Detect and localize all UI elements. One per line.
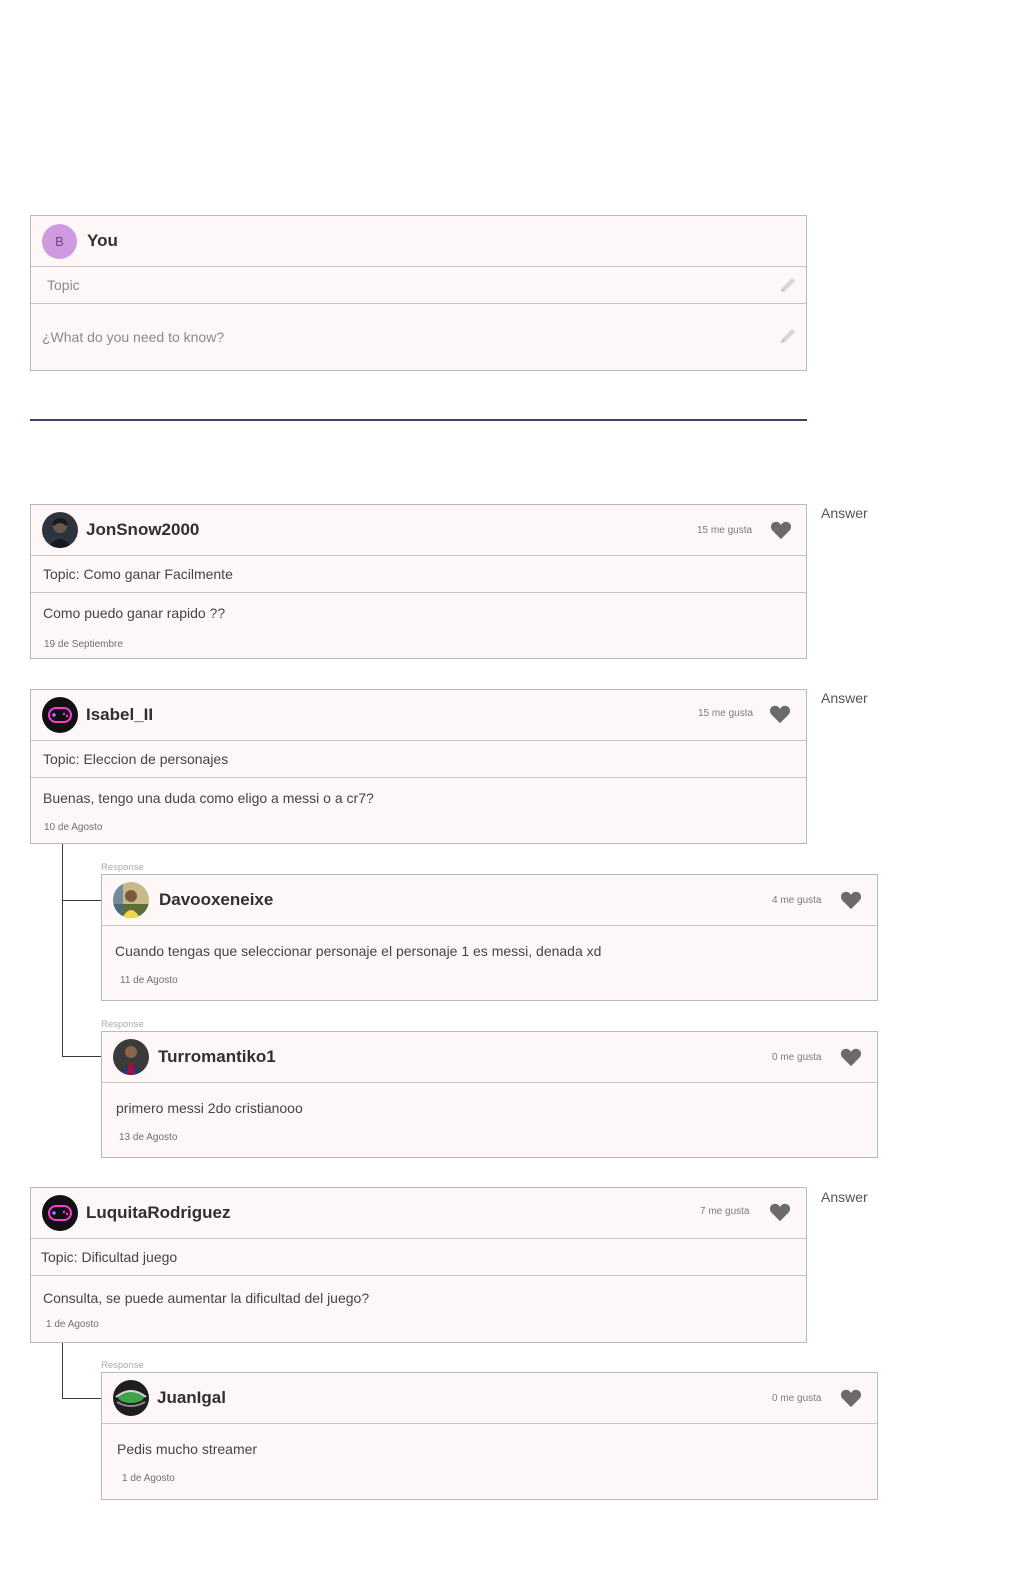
response-header: Davooxeneixe 4 me gusta bbox=[102, 875, 877, 926]
response-body: Cuando tengas que seleccionar personaje … bbox=[102, 926, 877, 1001]
user-avatar: B bbox=[42, 223, 77, 259]
response-text: Pedis mucho streamer bbox=[117, 1441, 258, 1457]
response-user-name[interactable]: Turromantiko1 bbox=[158, 1047, 276, 1067]
response-card: JuanIgal 0 me gusta Pedis mucho streamer… bbox=[101, 1372, 878, 1500]
edit-pencil-icon[interactable] bbox=[778, 326, 798, 346]
question-placeholder: ¿What do you need to know? bbox=[42, 329, 225, 345]
likes-count: 15 me gusta bbox=[698, 708, 754, 719]
question-text: Como puedo ganar rapido ?? bbox=[43, 605, 226, 621]
response-body: primero messi 2do cristianooo 13 de Agos… bbox=[102, 1083, 877, 1158]
question-body: Buenas, tengo una duda como eligo a mess… bbox=[31, 778, 806, 844]
reply-connector bbox=[62, 1056, 102, 1057]
question-topic: Topic: Eleccion de personajes bbox=[43, 751, 229, 767]
response-date: 1 de Agosto bbox=[122, 1473, 175, 1484]
question-user-name[interactable]: JonSnow2000 bbox=[86, 520, 199, 540]
response-date: 13 de Agosto bbox=[119, 1132, 178, 1143]
question-topic: Topic: Dificultad juego bbox=[41, 1249, 178, 1265]
stadium-avatar[interactable] bbox=[113, 1380, 149, 1416]
question-text: Consulta, se puede aumentar la dificulta… bbox=[43, 1290, 370, 1306]
response-label: Response bbox=[101, 862, 144, 873]
answer-link[interactable]: Answer bbox=[821, 1189, 868, 1205]
question-text: Buenas, tengo una duda como eligo a mess… bbox=[43, 790, 374, 806]
question-card: Isabel_II 15 me gusta Topic: Eleccion de… bbox=[30, 689, 807, 844]
like-heart-icon[interactable] bbox=[769, 704, 791, 726]
likes-count: 7 me gusta bbox=[700, 1206, 750, 1217]
question-date: 19 de Septiembre bbox=[44, 639, 123, 650]
question-date: 10 de Agosto bbox=[44, 822, 103, 833]
reply-connector bbox=[62, 1398, 102, 1399]
question-body: Consulta, se puede aumentar la dificulta… bbox=[31, 1276, 806, 1342]
like-heart-icon[interactable] bbox=[769, 1202, 791, 1224]
response-body: Pedis mucho streamer 1 de Agosto bbox=[102, 1424, 877, 1500]
question-user-name[interactable]: Isabel_II bbox=[86, 705, 153, 725]
response-header: JuanIgal 0 me gusta bbox=[102, 1373, 877, 1424]
response-user-name[interactable]: Davooxeneixe bbox=[159, 890, 273, 910]
question-card: JonSnow2000 15 me gusta Topic: Como gana… bbox=[30, 504, 807, 659]
question-header: JonSnow2000 15 me gusta bbox=[31, 505, 806, 556]
question-topic: Topic: Como ganar Facilmente bbox=[43, 566, 233, 582]
response-text: Cuando tengas que seleccionar personaje … bbox=[115, 943, 602, 959]
response-card: Turromantiko1 0 me gusta primero messi 2… bbox=[101, 1031, 878, 1158]
question-field[interactable]: ¿What do you need to know? bbox=[31, 304, 806, 370]
question-topic-row: Topic: Eleccion de personajes bbox=[31, 741, 806, 778]
question-body: Como puedo ganar rapido ?? 19 de Septiem… bbox=[31, 593, 806, 659]
reply-connector bbox=[62, 1343, 63, 1399]
question-topic-row: Topic: Como ganar Facilmente bbox=[31, 556, 806, 593]
question-header: LuquitaRodriguez 7 me gusta bbox=[31, 1188, 806, 1239]
like-heart-icon[interactable] bbox=[840, 1047, 862, 1069]
response-card: Davooxeneixe 4 me gusta Cuando tengas qu… bbox=[101, 874, 878, 1001]
likes-count: 4 me gusta bbox=[772, 895, 822, 906]
response-label: Response bbox=[101, 1360, 144, 1371]
answer-link[interactable]: Answer bbox=[821, 690, 868, 706]
composer-header: B You bbox=[31, 216, 806, 267]
avatar-letter: B bbox=[55, 233, 64, 249]
topic-placeholder: Topic bbox=[47, 277, 80, 293]
question-date: 1 de Agosto bbox=[46, 1319, 99, 1330]
response-header: Turromantiko1 0 me gusta bbox=[102, 1032, 877, 1083]
topic-field[interactable]: Topic bbox=[31, 267, 806, 304]
new-question-composer: B You Topic ¿What do you need to know? bbox=[30, 215, 807, 371]
like-heart-icon[interactable] bbox=[840, 1388, 862, 1410]
question-topic-row: Topic: Dificultad juego bbox=[31, 1239, 806, 1276]
likes-count: 0 me gusta bbox=[772, 1393, 822, 1404]
jonsnow-avatar[interactable] bbox=[42, 512, 78, 548]
composer-user-name: You bbox=[87, 231, 118, 250]
question-card: LuquitaRodriguez 7 me gusta Topic: Dific… bbox=[30, 1187, 807, 1343]
reply-connector bbox=[62, 844, 63, 1057]
response-text: primero messi 2do cristianooo bbox=[116, 1100, 303, 1116]
response-user-name[interactable]: JuanIgal bbox=[157, 1388, 226, 1408]
likes-count: 15 me gusta bbox=[697, 525, 753, 536]
gamepad-neon-avatar[interactable] bbox=[42, 697, 78, 733]
barca-player-avatar[interactable] bbox=[113, 1039, 149, 1075]
section-divider bbox=[30, 419, 807, 421]
player-photo-avatar[interactable] bbox=[113, 882, 149, 918]
answer-link[interactable]: Answer bbox=[821, 505, 868, 521]
like-heart-icon[interactable] bbox=[770, 520, 792, 542]
response-label: Response bbox=[101, 1019, 144, 1030]
likes-count: 0 me gusta bbox=[772, 1052, 822, 1063]
response-date: 11 de Agosto bbox=[120, 975, 178, 986]
question-header: Isabel_II 15 me gusta bbox=[31, 690, 806, 741]
question-user-name[interactable]: LuquitaRodriguez bbox=[86, 1203, 230, 1223]
edit-pencil-icon[interactable] bbox=[778, 275, 798, 295]
like-heart-icon[interactable] bbox=[840, 890, 862, 912]
reply-connector bbox=[62, 900, 102, 901]
gamepad-neon-avatar[interactable] bbox=[42, 1195, 78, 1231]
